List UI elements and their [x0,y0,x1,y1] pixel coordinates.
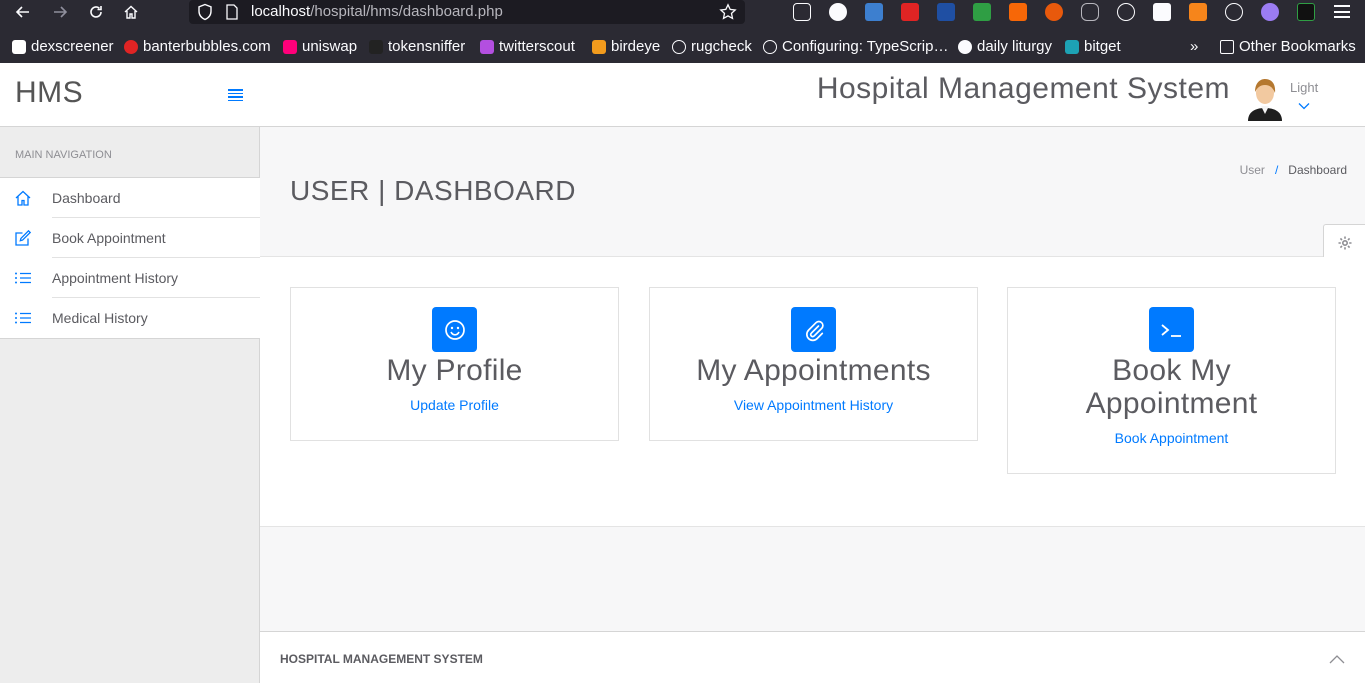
bookmark-icon [369,39,383,54]
bookmark-icon [283,39,297,54]
sidebar-item-appointment-history[interactable]: Appointment History [0,258,260,298]
bookmark-item[interactable]: birdeye [592,38,660,55]
bookmark-item[interactable]: tokensniffer [369,38,465,55]
bookmark-item[interactable]: twitterscout [480,38,575,55]
bookmark-icon [12,39,26,54]
topbar: Hospital Management System Light [260,63,1365,127]
sidebar-item-label: Appointment History [52,270,179,286]
card-title: My Appointments [696,354,931,387]
card-my-appointments: My Appointments View Appointment History [649,287,978,441]
extension-icon[interactable] [1081,3,1099,21]
bookmark-icon [124,39,138,54]
sidebar: HMS MAIN NAVIGATION Dashboard Book Appoi… [0,63,260,683]
back-icon[interactable] [12,2,34,22]
page-icon [225,4,239,25]
terminal-icon [1149,307,1194,352]
other-bookmarks[interactable]: Other Bookmarks [1220,38,1356,55]
menu-icon[interactable] [1334,5,1350,18]
extension-icon[interactable] [1153,3,1171,21]
book-appointment-link[interactable]: Book Appointment [1115,430,1229,446]
url-text[interactable]: localhost/hospital/hms/dashboard.php [251,3,503,20]
browser-toolbar: localhost/hospital/hms/dashboard.php dex… [0,0,1365,63]
chevron-down-icon[interactable] [1298,97,1310,110]
paperclip-icon [791,307,836,352]
card-book-my-appointment: Book My Appointment Book Appointment [1007,287,1336,474]
forward-icon[interactable] [49,2,71,22]
app: HMS MAIN NAVIGATION Dashboard Book Appoi… [0,63,1365,683]
card-title: Book My Appointment [1085,354,1258,420]
breadcrumb-item[interactable]: User [1240,163,1265,177]
home-browser-icon[interactable] [120,2,142,22]
avatar[interactable] [1245,73,1285,121]
page-title: USER | DASHBOARD [290,175,576,206]
breadcrumb-item-active: Dashboard [1288,163,1347,177]
url-bar[interactable]: localhost/hospital/hms/dashboard.php [189,0,745,24]
sidebar-item-label: Book Appointment [52,230,166,246]
star-icon[interactable] [719,3,737,26]
extension-icon[interactable] [1045,3,1063,21]
sidebar-item-medical-history[interactable]: Medical History [0,298,260,338]
brand-logo[interactable]: HMS [15,76,83,110]
extension-icon[interactable] [1225,3,1243,21]
shield-icon[interactable] [197,3,213,26]
footer-text: HOSPITAL MANAGEMENT SYSTEM [280,652,483,666]
extension-icon[interactable] [973,3,991,21]
account-icon[interactable] [829,3,847,21]
system-title: Hospital Management System [816,72,1230,105]
metamask-icon[interactable] [1189,3,1207,21]
sidebar-item-dashboard[interactable]: Dashboard [0,178,260,218]
sidebar-item-label: Medical History [52,310,148,326]
bookmark-item[interactable]: dexscreener [12,38,114,55]
breadcrumb: User / Dashboard [1240,163,1347,177]
bookmarks-bar: dexscreener banterbubbles.com uniswap to… [0,34,1365,60]
extension-icon[interactable] [1009,3,1027,21]
bookmark-icon [480,39,494,54]
extension-icon[interactable] [901,3,919,21]
globe-icon [672,39,686,54]
bookmark-item[interactable]: daily liturgy [958,38,1052,55]
breadcrumb-separator: / [1274,163,1279,177]
bookmark-item[interactable]: rugcheck [672,38,752,55]
folder-icon [1220,39,1234,54]
sidebar-item-label: Dashboard [52,190,121,206]
bookmark-icon [1065,39,1079,54]
react-extension-icon[interactable] [1117,3,1135,21]
brand-bar: HMS [0,63,260,127]
bookmark-item[interactable]: bitget [1065,38,1121,55]
pdf-extension-icon[interactable] [937,3,955,21]
globe-icon [763,39,777,54]
bookmark-icon [592,39,606,54]
extension-icon[interactable] [865,3,883,21]
card-my-profile: My Profile Update Profile [290,287,619,441]
main-navigation: Dashboard Book Appointment Appointment H… [0,177,260,339]
smile-icon [432,307,477,352]
bookmark-icon [958,39,972,54]
user-name[interactable]: Light [1290,80,1318,95]
gear-icon [1338,236,1352,255]
pocket-icon[interactable] [793,3,811,21]
view-appointment-history-link[interactable]: View Appointment History [734,397,893,413]
home-icon [14,189,32,207]
update-profile-link[interactable]: Update Profile [410,397,499,413]
bookmark-item[interactable]: banterbubbles.com [124,38,271,55]
page-header: USER | DASHBOARD User / Dashboard [260,127,1365,257]
bookmark-item[interactable]: uniswap [283,38,357,55]
footer: HOSPITAL MANAGEMENT SYSTEM [260,631,1365,683]
list-icon [14,309,32,327]
nav-heading: MAIN NAVIGATION [15,149,112,161]
dashboard-content: My Profile Update Profile My Appointment… [260,257,1365,527]
phantom-icon[interactable] [1261,3,1279,21]
card-title: My Profile [386,354,523,387]
sidebar-item-book-appointment[interactable]: Book Appointment [0,218,260,258]
sidebar-toggle-icon[interactable] [228,89,243,101]
bookmarks-overflow-icon[interactable]: » [1190,38,1198,55]
chevron-up-icon[interactable] [1329,651,1345,664]
reload-icon[interactable] [85,2,107,22]
list-icon [14,269,32,287]
main-area: Hospital Management System Light USER | … [260,63,1365,683]
edit-icon [14,229,32,247]
extension-icon[interactable] [1297,3,1315,21]
browser-nav-row: localhost/hospital/hms/dashboard.php [0,0,1365,24]
bookmark-item[interactable]: Configuring: TypeScrip… [763,38,948,55]
